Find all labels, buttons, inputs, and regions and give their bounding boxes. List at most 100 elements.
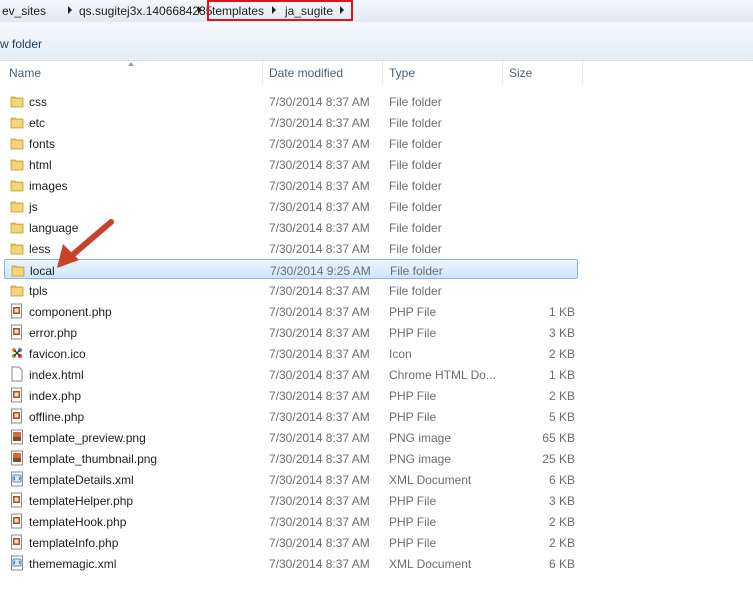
file-date-modified: 7/30/2014 8:37 AM (269, 95, 370, 109)
file-date-modified: 7/30/2014 8:37 AM (269, 557, 370, 571)
file-type: File folder (389, 179, 442, 193)
folder-icon (10, 240, 24, 256)
address-bar[interactable]: ev_sites qs.sugitej3x.1406684235 templat… (0, 0, 753, 23)
file-type: File folder (389, 137, 442, 151)
file-row[interactable]: offline.php 7/30/2014 8:37 AM PHP File 5 KB (4, 406, 578, 426)
column-header-type[interactable]: Type (389, 66, 415, 80)
file-row[interactable]: templateDetails.xml 7/30/2014 8:37 AM XML … (4, 469, 578, 489)
file-row[interactable]: images 7/30/2014 8:37 AM File folder (4, 175, 578, 195)
column-divider[interactable] (582, 61, 583, 85)
breadcrumb-separator-icon[interactable] (68, 6, 72, 14)
file-name: error.php (29, 326, 78, 340)
column-divider[interactable] (382, 61, 383, 85)
breadcrumb-qs-sugitej3x[interactable]: qs.sugitej3x.1406684235 (79, 4, 212, 18)
xml-file-icon (10, 471, 24, 487)
file-type: PHP File (389, 494, 437, 508)
file-date-modified: 7/30/2014 8:37 AM (269, 284, 370, 298)
folder-icon (10, 114, 24, 130)
file-type: File folder (389, 116, 442, 130)
file-name: html (29, 158, 52, 172)
file-size: 2 KB (548, 515, 575, 529)
file-row[interactable]: index.html 7/30/2014 8:37 AM Chrome HTML D… (4, 364, 578, 384)
file-row[interactable]: etc 7/30/2014 8:37 AM File folder (4, 112, 578, 132)
php-file-icon (10, 408, 24, 424)
folder-icon (10, 93, 24, 109)
column-header-row: Name Date modified Type Size (0, 61, 753, 85)
file-type: File folder (389, 200, 442, 214)
php-file-icon (10, 303, 24, 319)
breadcrumb-ev-sites[interactable]: ev_sites (2, 4, 46, 18)
file-date-modified: 7/30/2014 8:37 AM (269, 452, 370, 466)
file-date-modified: 7/30/2014 8:37 AM (269, 221, 370, 235)
file-row[interactable]: css 7/30/2014 8:37 AM File folder (4, 91, 578, 111)
file-type: File folder (389, 158, 442, 172)
file-date-modified: 7/30/2014 8:37 AM (269, 179, 370, 193)
column-divider[interactable] (502, 61, 503, 85)
file-row[interactable]: template_preview.png 7/30/2014 8:37 AM PNG… (4, 427, 578, 447)
file-date-modified: 7/30/2014 8:37 AM (269, 200, 370, 214)
file-row[interactable]: template_thumbnail.png 7/30/2014 8:37 AM P… (4, 448, 578, 468)
file-size: 2 KB (548, 536, 575, 550)
file-date-modified: 7/30/2014 8:37 AM (269, 494, 370, 508)
file-date-modified: 7/30/2014 8:37 AM (269, 536, 370, 550)
breadcrumb-separator-icon[interactable] (340, 6, 344, 14)
file-name: component.php (29, 305, 112, 319)
file-row[interactable]: js 7/30/2014 8:37 AM File folder (4, 196, 578, 216)
file-row[interactable]: tpls 7/30/2014 8:37 AM File folder (4, 280, 578, 300)
file-row[interactable]: thememagic.xml 7/30/2014 8:37 AM XML Docum… (4, 553, 578, 573)
file-type: PHP File (389, 305, 437, 319)
file-size: 2 KB (548, 347, 575, 361)
file-row[interactable]: language 7/30/2014 8:37 AM File folder (4, 217, 578, 237)
toolbar: w folder (0, 22, 753, 61)
file-date-modified: 7/30/2014 8:37 AM (269, 410, 370, 424)
file-date-modified: 7/30/2014 8:37 AM (269, 305, 370, 319)
file-name: template_preview.png (29, 431, 146, 445)
file-name: templateDetails.xml (29, 473, 134, 487)
file-date-modified: 7/30/2014 8:37 AM (269, 326, 370, 340)
file-name: etc (29, 116, 46, 130)
file-row[interactable]: local 7/30/2014 9:25 AM File folder (4, 259, 578, 279)
file-row[interactable]: templateHook.php 7/30/2014 8:37 AM PHP Fil… (4, 511, 578, 531)
file-row[interactable]: templateInfo.php 7/30/2014 8:37 AM PHP Fil… (4, 532, 578, 552)
file-size: 6 KB (548, 473, 575, 487)
file-date-modified: 7/30/2014 8:37 AM (269, 158, 370, 172)
file-size: 65 KB (542, 431, 575, 445)
breadcrumb-ja-sugite[interactable]: ja_sugite (285, 4, 333, 18)
file-date-modified: 7/30/2014 8:37 AM (269, 473, 370, 487)
file-row[interactable]: less 7/30/2014 8:37 AM File folder (4, 238, 578, 258)
file-name: thememagic.xml (29, 557, 117, 571)
folder-icon (10, 219, 24, 235)
file-type: File folder (390, 264, 443, 278)
joomla-icon (10, 345, 24, 361)
file-name: less (29, 242, 51, 256)
file-date-modified: 7/30/2014 8:37 AM (269, 389, 370, 403)
file-date-modified: 7/30/2014 8:37 AM (269, 515, 370, 529)
file-row[interactable]: index.php 7/30/2014 8:37 AM PHP File 2 KB (4, 385, 578, 405)
php-file-icon (10, 513, 24, 529)
file-size: 1 KB (548, 305, 575, 319)
new-folder-button[interactable]: w folder (0, 37, 42, 51)
file-type: PNG image (389, 431, 452, 445)
column-header-date[interactable]: Date modified (269, 66, 343, 80)
column-header-size[interactable]: Size (509, 66, 532, 80)
breadcrumb-separator-icon[interactable] (198, 6, 202, 14)
column-header-name[interactable]: Name (9, 66, 41, 80)
file-date-modified: 7/30/2014 9:25 AM (270, 264, 371, 278)
breadcrumb-templates[interactable]: templates (212, 4, 264, 18)
file-name: templateInfo.php (29, 536, 119, 550)
file-type: PHP File (389, 515, 437, 529)
php-file-icon (10, 324, 24, 340)
file-row[interactable]: error.php 7/30/2014 8:37 AM PHP File 3 KB (4, 322, 578, 342)
file-row[interactable]: favicon.ico 7/30/2014 8:37 AM Icon 2 KB (4, 343, 578, 363)
file-row[interactable]: templateHelper.php 7/30/2014 8:37 AM PHP F… (4, 490, 578, 510)
file-row[interactable]: fonts 7/30/2014 8:37 AM File folder (4, 133, 578, 153)
file-size: 2 KB (548, 389, 575, 403)
php-file-icon (10, 387, 24, 403)
file-row[interactable]: component.php 7/30/2014 8:37 AM PHP File 1 … (4, 301, 578, 321)
php-file-icon (10, 492, 24, 508)
file-row[interactable]: html 7/30/2014 8:37 AM File folder (4, 154, 578, 174)
column-divider[interactable] (262, 61, 263, 85)
file-type: Chrome HTML Do... (389, 368, 496, 382)
breadcrumb-separator-icon[interactable] (272, 6, 276, 14)
file-name: templateHook.php (29, 515, 127, 529)
